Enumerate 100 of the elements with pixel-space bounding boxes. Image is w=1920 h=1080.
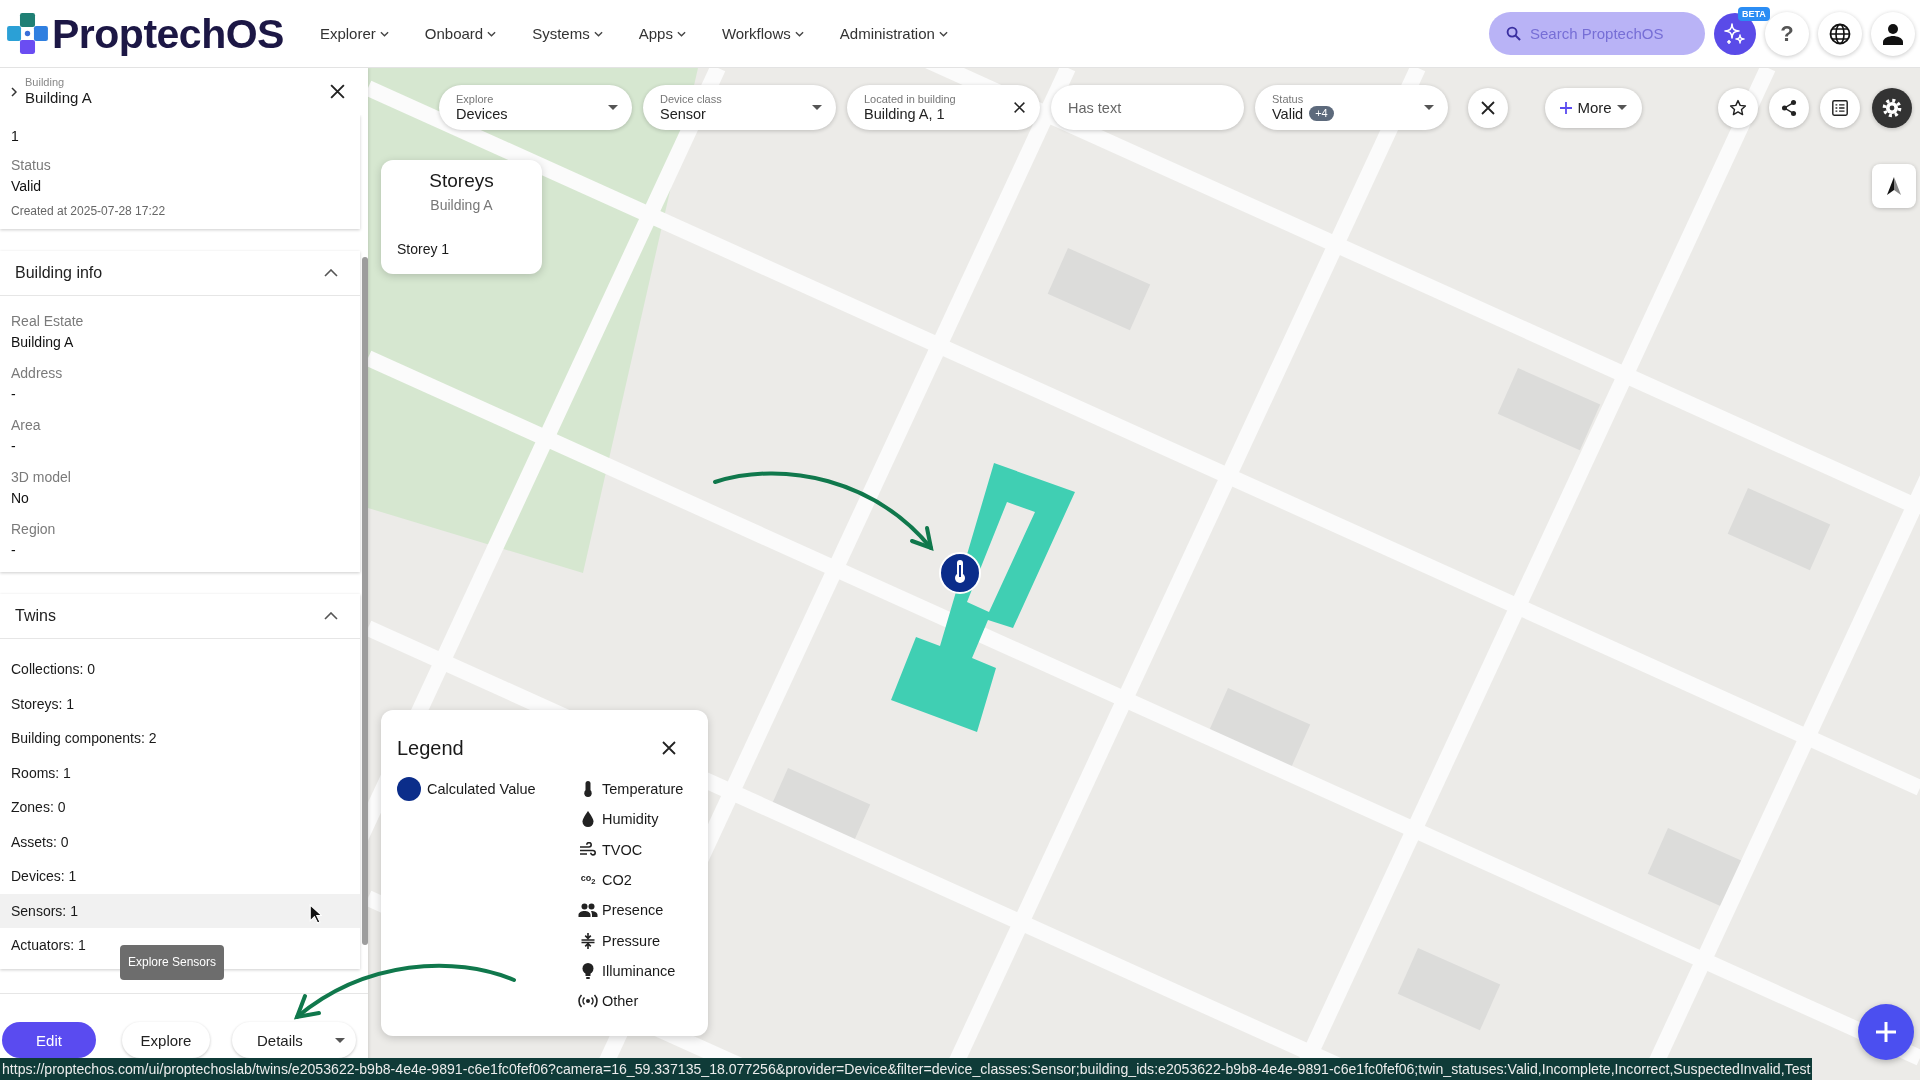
caret-down-icon — [1424, 105, 1434, 110]
settings-icon — [1881, 96, 1903, 119]
url-status-bar: https://proptechos.com/ui/proptechoslab/twins/e2053622-b9b8-4e4e-9891-c6e1fc0fef06?camera=16_59.337135_18.077256&provider=Device&filter=device_classes:Sensor;building_ids:e2053622-b9b8-4e4e-9891-c6e1fc0fef06;twin_statuses:Valid,Incomplete,Incorrect,SuspectedInvalid,Test — [0, 1058, 1813, 1080]
logo-text: ProptechOS — [52, 9, 284, 58]
legend-title: Legend — [397, 736, 464, 760]
close-icon — [329, 83, 346, 100]
calculated-value-dot-icon — [397, 777, 421, 802]
plus-icon — [1560, 101, 1573, 114]
list-icon — [1831, 98, 1849, 117]
details-dropdown-button[interactable]: Details — [232, 1022, 356, 1058]
chevron-down-icon — [593, 30, 603, 37]
caret-down-icon — [335, 1037, 345, 1043]
legend-label: Pressure — [602, 932, 661, 949]
field-value: Valid — [11, 177, 42, 196]
nav-menu[interactable]: Explorer — [319, 25, 389, 42]
nav-menu[interactable]: Workflows — [721, 25, 804, 42]
highlighted-building[interactable] — [891, 463, 1075, 732]
legend-label: Presence — [602, 902, 664, 919]
select-field[interactable]: Device class Sensor — [643, 85, 836, 130]
count-badge: +4 — [1309, 106, 1334, 121]
legend-label: Humidity — [602, 811, 659, 828]
wind-icon — [579, 841, 597, 858]
beta-badge: BETA — [1738, 6, 1770, 21]
nav-menu[interactable]: Administration — [839, 25, 948, 42]
compass-button[interactable] — [1872, 164, 1916, 208]
panel-title: Building A — [25, 89, 92, 107]
twin-count-row[interactable]: Rooms: 1 — [0, 755, 81, 790]
twin-count-row[interactable]: Sensors: 1 — [0, 893, 360, 928]
nav-menu[interactable]: Onboard — [424, 25, 497, 42]
nav-menu[interactable]: Systems — [532, 25, 603, 42]
twin-count-row[interactable]: Storeys: 1 — [0, 686, 85, 721]
people-icon — [578, 902, 598, 919]
breadcrumb-link[interactable]: Building — [25, 76, 65, 89]
legend-label: Illuminance — [602, 962, 676, 979]
star-icon — [1729, 98, 1747, 117]
close-button[interactable] — [329, 83, 346, 100]
twin-count-row[interactable]: Assets: 0 — [0, 824, 79, 859]
field-label: 3D model — [11, 468, 71, 487]
chevron-right-icon — [11, 86, 17, 97]
storey-item[interactable]: Storey 1 — [397, 239, 450, 259]
chevron-down-icon — [676, 30, 686, 37]
co2-icon: co$_{2}$ — [580, 873, 596, 887]
account-button[interactable] — [1871, 11, 1915, 56]
explore-button[interactable]: Explore — [122, 1022, 210, 1058]
caret-down-icon — [812, 105, 822, 110]
field-value: - — [11, 437, 16, 456]
chevron-down-icon — [794, 30, 804, 37]
edit-button[interactable]: Edit — [2, 1022, 96, 1058]
field-label: Status — [11, 156, 51, 175]
bulb-icon — [580, 961, 596, 980]
close-icon — [1013, 101, 1026, 114]
section-header[interactable]: Building info — [0, 251, 360, 296]
search-field[interactable]: Search ProptechOS — [1489, 12, 1705, 55]
nav-menu[interactable]: Apps — [638, 25, 686, 42]
search-icon — [1506, 26, 1521, 41]
card-subtitle: Building A — [430, 196, 493, 214]
chevron-down-icon — [487, 30, 497, 37]
twin-count-row[interactable]: Zones: 0 — [0, 790, 76, 825]
sparkle-icon — [1723, 21, 1747, 46]
twin-count-row[interactable]: Collections: 0 — [0, 652, 106, 687]
legend-label: Other — [602, 993, 639, 1010]
section-header[interactable]: Twins — [0, 594, 360, 639]
legend-label: Calculated Value — [427, 781, 536, 798]
chevron-down-icon — [938, 30, 948, 37]
legend-label: CO2 — [602, 872, 632, 889]
clear-button[interactable] — [1013, 101, 1026, 114]
scrollbar-thumb[interactable] — [362, 257, 368, 945]
thermometer-marker-icon[interactable] — [939, 552, 981, 594]
twin-count-row[interactable]: Devices: 1 — [0, 859, 87, 894]
language-button[interactable] — [1818, 11, 1862, 56]
help-button[interactable]: ? — [1765, 11, 1809, 56]
select-field[interactable]: Explore Devices — [439, 85, 632, 130]
field-value: 1 — [11, 127, 19, 146]
field-label: Real Estate — [11, 312, 84, 331]
twin-count-row[interactable]: Actuators: 1 — [0, 928, 96, 963]
legend-label: TVOC — [602, 841, 643, 858]
close-icon — [1480, 99, 1496, 116]
select-field[interactable]: Located in building Building A, 1 — [847, 85, 1040, 130]
north-arrow-icon — [1886, 176, 1902, 196]
field-label: Region — [11, 520, 56, 539]
field-label: Address — [11, 364, 63, 383]
close-button[interactable] — [661, 740, 677, 756]
created-timestamp: Created at 2025-07-28 17:22 — [11, 203, 166, 220]
field-value: No — [11, 489, 29, 508]
field-value: - — [11, 541, 16, 560]
text-field[interactable]: Has text — [1051, 85, 1244, 130]
share-icon — [1780, 98, 1798, 117]
close-icon — [661, 740, 677, 756]
legend-label: Temperature — [602, 781, 684, 798]
caret-down-icon — [608, 105, 618, 110]
drop-icon — [580, 810, 596, 829]
select-field[interactable]: Status Valid +4 — [1255, 85, 1448, 130]
twin-count-row[interactable]: Building components: 2 — [0, 721, 167, 756]
user-icon — [1881, 21, 1905, 46]
chevron-down-icon — [379, 30, 389, 37]
plus-icon — [1876, 1022, 1896, 1042]
field-value: - — [11, 385, 16, 404]
caret-down-icon — [1616, 105, 1627, 110]
field-value: Building A — [11, 333, 74, 352]
broadcast-icon — [578, 993, 598, 1010]
